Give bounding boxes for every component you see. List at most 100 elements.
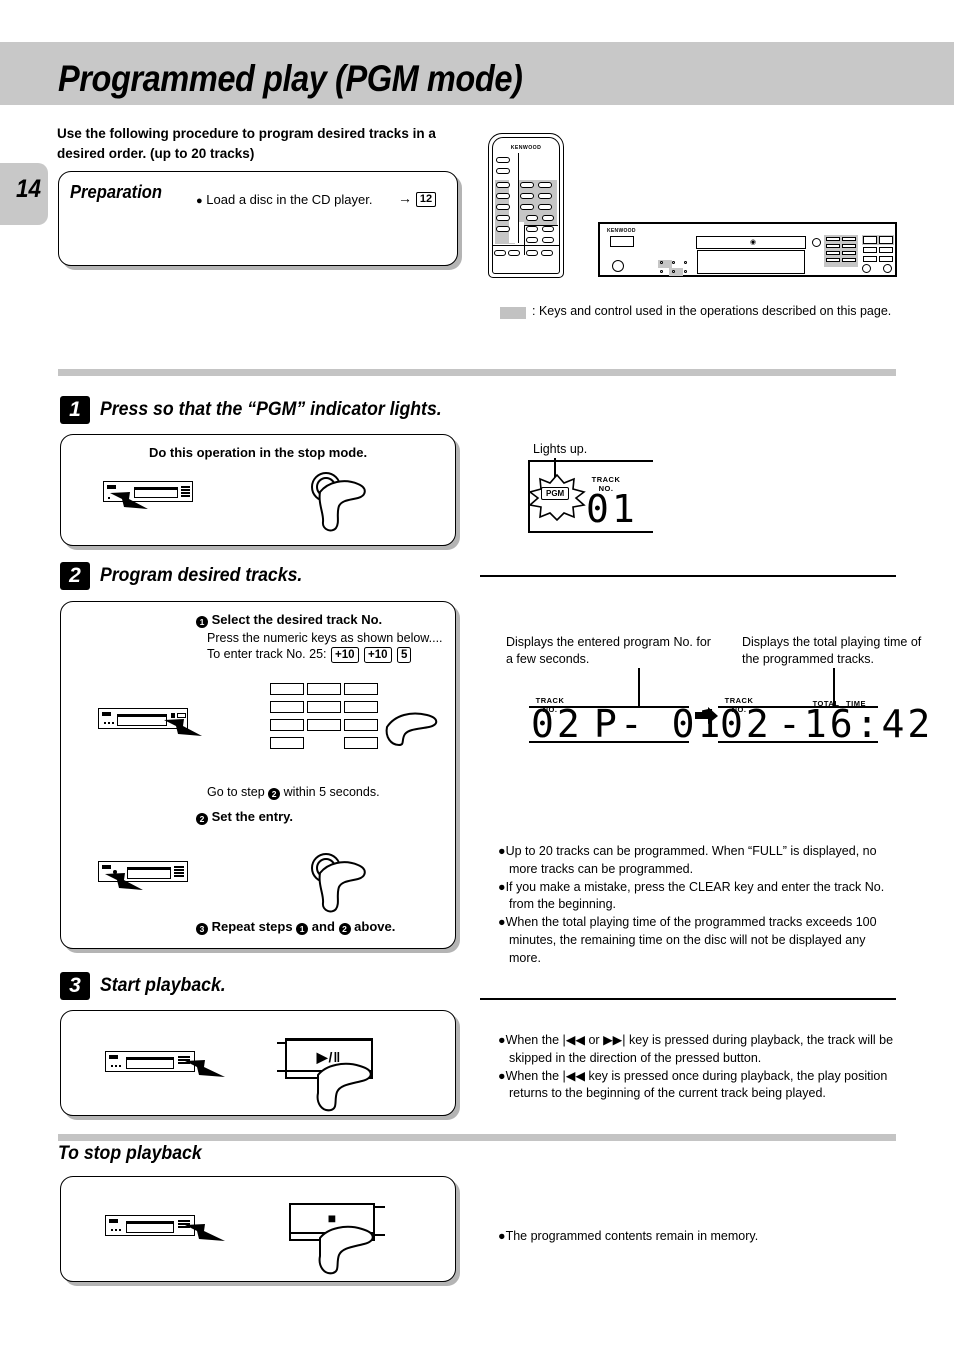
step2-sub2-badge: 2 bbox=[196, 813, 208, 825]
deck-btn-d1[interactable] bbox=[826, 258, 840, 262]
deck-stop-button[interactable] bbox=[879, 236, 893, 244]
deck-knob-right[interactable] bbox=[883, 264, 892, 273]
remote-key-r2c1[interactable] bbox=[496, 193, 510, 199]
deck-led-1 bbox=[660, 261, 663, 264]
mini-deck-a-dot1 bbox=[104, 722, 106, 724]
step2-goto-prefix: Go to step bbox=[207, 785, 265, 799]
mini-deck-ctrl-2 bbox=[181, 489, 190, 491]
preparation-bullet-text: Load a disc in the CD player. bbox=[206, 192, 373, 207]
stop-pointer-arrow-icon bbox=[185, 1224, 225, 1241]
arrow-right-icon: → bbox=[398, 190, 412, 206]
step1-track-label-1: TRACK bbox=[591, 475, 621, 484]
keycap-plus10-second[interactable]: +10 bbox=[364, 646, 392, 663]
step3-hand-icon bbox=[316, 1062, 372, 1112]
rule-above-step2-right bbox=[480, 575, 896, 577]
deck-volume-knob[interactable] bbox=[612, 260, 624, 272]
step2-sub1-heading: 1 Select the desired track No. bbox=[196, 611, 382, 629]
keypad-key-plus10[interactable] bbox=[344, 737, 378, 749]
remote-key-r6c3[interactable] bbox=[542, 237, 554, 243]
step3-pointer-arrow-icon bbox=[185, 1060, 225, 1077]
remote-key-bottom3[interactable] bbox=[526, 250, 538, 256]
deck-led-2 bbox=[672, 261, 675, 264]
remote-key-r3c3[interactable] bbox=[538, 204, 552, 210]
deck-knob-left[interactable] bbox=[862, 264, 871, 273]
deck-power-button[interactable] bbox=[610, 236, 634, 247]
deck-btn-a1[interactable] bbox=[826, 237, 840, 241]
remote-key-r1c1[interactable] bbox=[496, 182, 510, 188]
deck-led-3 bbox=[684, 261, 687, 264]
remote-key-r4c3[interactable] bbox=[542, 215, 554, 221]
remote-key-r3c1[interactable] bbox=[496, 204, 510, 210]
remote-key-bottom4[interactable] bbox=[541, 250, 553, 256]
remote-key-r6c2[interactable] bbox=[526, 237, 538, 243]
remote-key-r4c2[interactable] bbox=[526, 215, 538, 221]
keypad-key-4[interactable] bbox=[270, 701, 304, 713]
step1-box-note: Do this operation in the stop mode. bbox=[148, 445, 368, 460]
step-2-title: Program desired tracks. bbox=[100, 565, 303, 586]
deck-skip-fwd-button[interactable] bbox=[879, 247, 893, 253]
stop-hand-icon bbox=[318, 1225, 374, 1275]
keypad-key-2[interactable] bbox=[307, 683, 341, 695]
deck-skip-back-button[interactable] bbox=[863, 247, 877, 253]
keypad-key-5[interactable] bbox=[307, 701, 341, 713]
remote-key-bottom2[interactable] bbox=[508, 250, 520, 256]
step-1-number: 1 bbox=[60, 396, 90, 424]
step2-note-2-text: If you make a mistake, press the CLEAR k… bbox=[505, 879, 885, 912]
deck-extra-button-2[interactable] bbox=[879, 256, 893, 262]
rule-above-step3-right bbox=[480, 998, 896, 1000]
remote-key-r5c1[interactable] bbox=[496, 226, 510, 232]
deck-btn-c2[interactable] bbox=[842, 251, 856, 255]
remote-control-illustration: KENWOOD bbox=[488, 133, 564, 278]
mini-deck-b-ctrl3 bbox=[174, 872, 184, 874]
deck-btn-b1[interactable] bbox=[826, 244, 840, 248]
remote-key-clear[interactable] bbox=[542, 226, 554, 232]
keycap-five[interactable]: 5 bbox=[397, 646, 412, 663]
remote-key-r4c1[interactable] bbox=[496, 215, 510, 221]
preparation-title: Preparation bbox=[70, 182, 163, 202]
step2-sub3-mid: and bbox=[311, 919, 335, 934]
keypad-key-9[interactable] bbox=[344, 719, 378, 731]
step1-display-bottom-rule bbox=[528, 531, 653, 533]
remote-key-r1c2[interactable] bbox=[520, 182, 534, 188]
step2-note-2: ●If you make a mistake, press the CLEAR … bbox=[498, 879, 885, 912]
pgm-indicator-badge: PGM bbox=[541, 487, 570, 500]
step2-right-track-value: 02 bbox=[720, 702, 772, 746]
deck-btn-c1[interactable] bbox=[826, 251, 840, 255]
deck-led-4 bbox=[660, 270, 663, 273]
step2-sub1-line1: Press the numeric keys as shown below...… bbox=[207, 631, 443, 645]
stop-mini-dot1 bbox=[111, 1229, 113, 1231]
remote-key-open[interactable] bbox=[496, 168, 510, 174]
step3-note-2: ●When the |◀◀ key is pressed once during… bbox=[498, 1068, 888, 1101]
keypad-key-3[interactable] bbox=[344, 683, 378, 695]
deck-play-button[interactable] bbox=[863, 236, 877, 244]
preparation-bullet: ● Load a disc in the CD player. bbox=[196, 192, 373, 207]
remote-key-bottom1[interactable] bbox=[494, 250, 506, 256]
keypad-key-1[interactable] bbox=[270, 683, 304, 695]
mini-deck-a-dot2 bbox=[108, 722, 110, 724]
deck-btn-a2[interactable] bbox=[842, 237, 856, 241]
remote-key-power[interactable] bbox=[496, 157, 510, 163]
deck-btn-b2[interactable] bbox=[842, 244, 856, 248]
keypad-key-0[interactable] bbox=[270, 737, 304, 749]
keypad-key-6[interactable] bbox=[344, 701, 378, 713]
keypad-key-7[interactable] bbox=[270, 719, 304, 731]
step2-goto-badge: 2 bbox=[268, 788, 281, 800]
deck-extra-button-1[interactable] bbox=[863, 256, 877, 262]
remote-key-r2c2[interactable] bbox=[520, 193, 534, 199]
deck-disc-tray bbox=[697, 250, 805, 274]
stop-mini-dot2 bbox=[115, 1229, 117, 1231]
step2-caption-right: Displays the total playing time of the p… bbox=[742, 635, 922, 667]
remote-key-r1c3[interactable] bbox=[538, 182, 552, 188]
step2-sub1-line2: To enter track No. 25: +10 +10 5 bbox=[207, 646, 412, 663]
step2-note-1-text: Up to 20 tracks can be programmed. When … bbox=[505, 844, 877, 876]
deck-jog-dial[interactable] bbox=[812, 238, 821, 247]
step1-callout-label: Lights up. bbox=[533, 442, 588, 456]
remote-key-r3c2[interactable] bbox=[520, 204, 534, 210]
keycap-plus10-first[interactable]: +10 bbox=[331, 646, 359, 663]
keypad-key-8[interactable] bbox=[307, 719, 341, 731]
deck-btn-d2[interactable] bbox=[842, 258, 856, 262]
remote-key-plus10[interactable] bbox=[526, 226, 538, 232]
page-title: Programmed play (PGM mode) bbox=[58, 58, 523, 99]
remote-key-r2c3[interactable] bbox=[538, 193, 552, 199]
step2-pointer-arrow-b-icon bbox=[105, 873, 143, 890]
